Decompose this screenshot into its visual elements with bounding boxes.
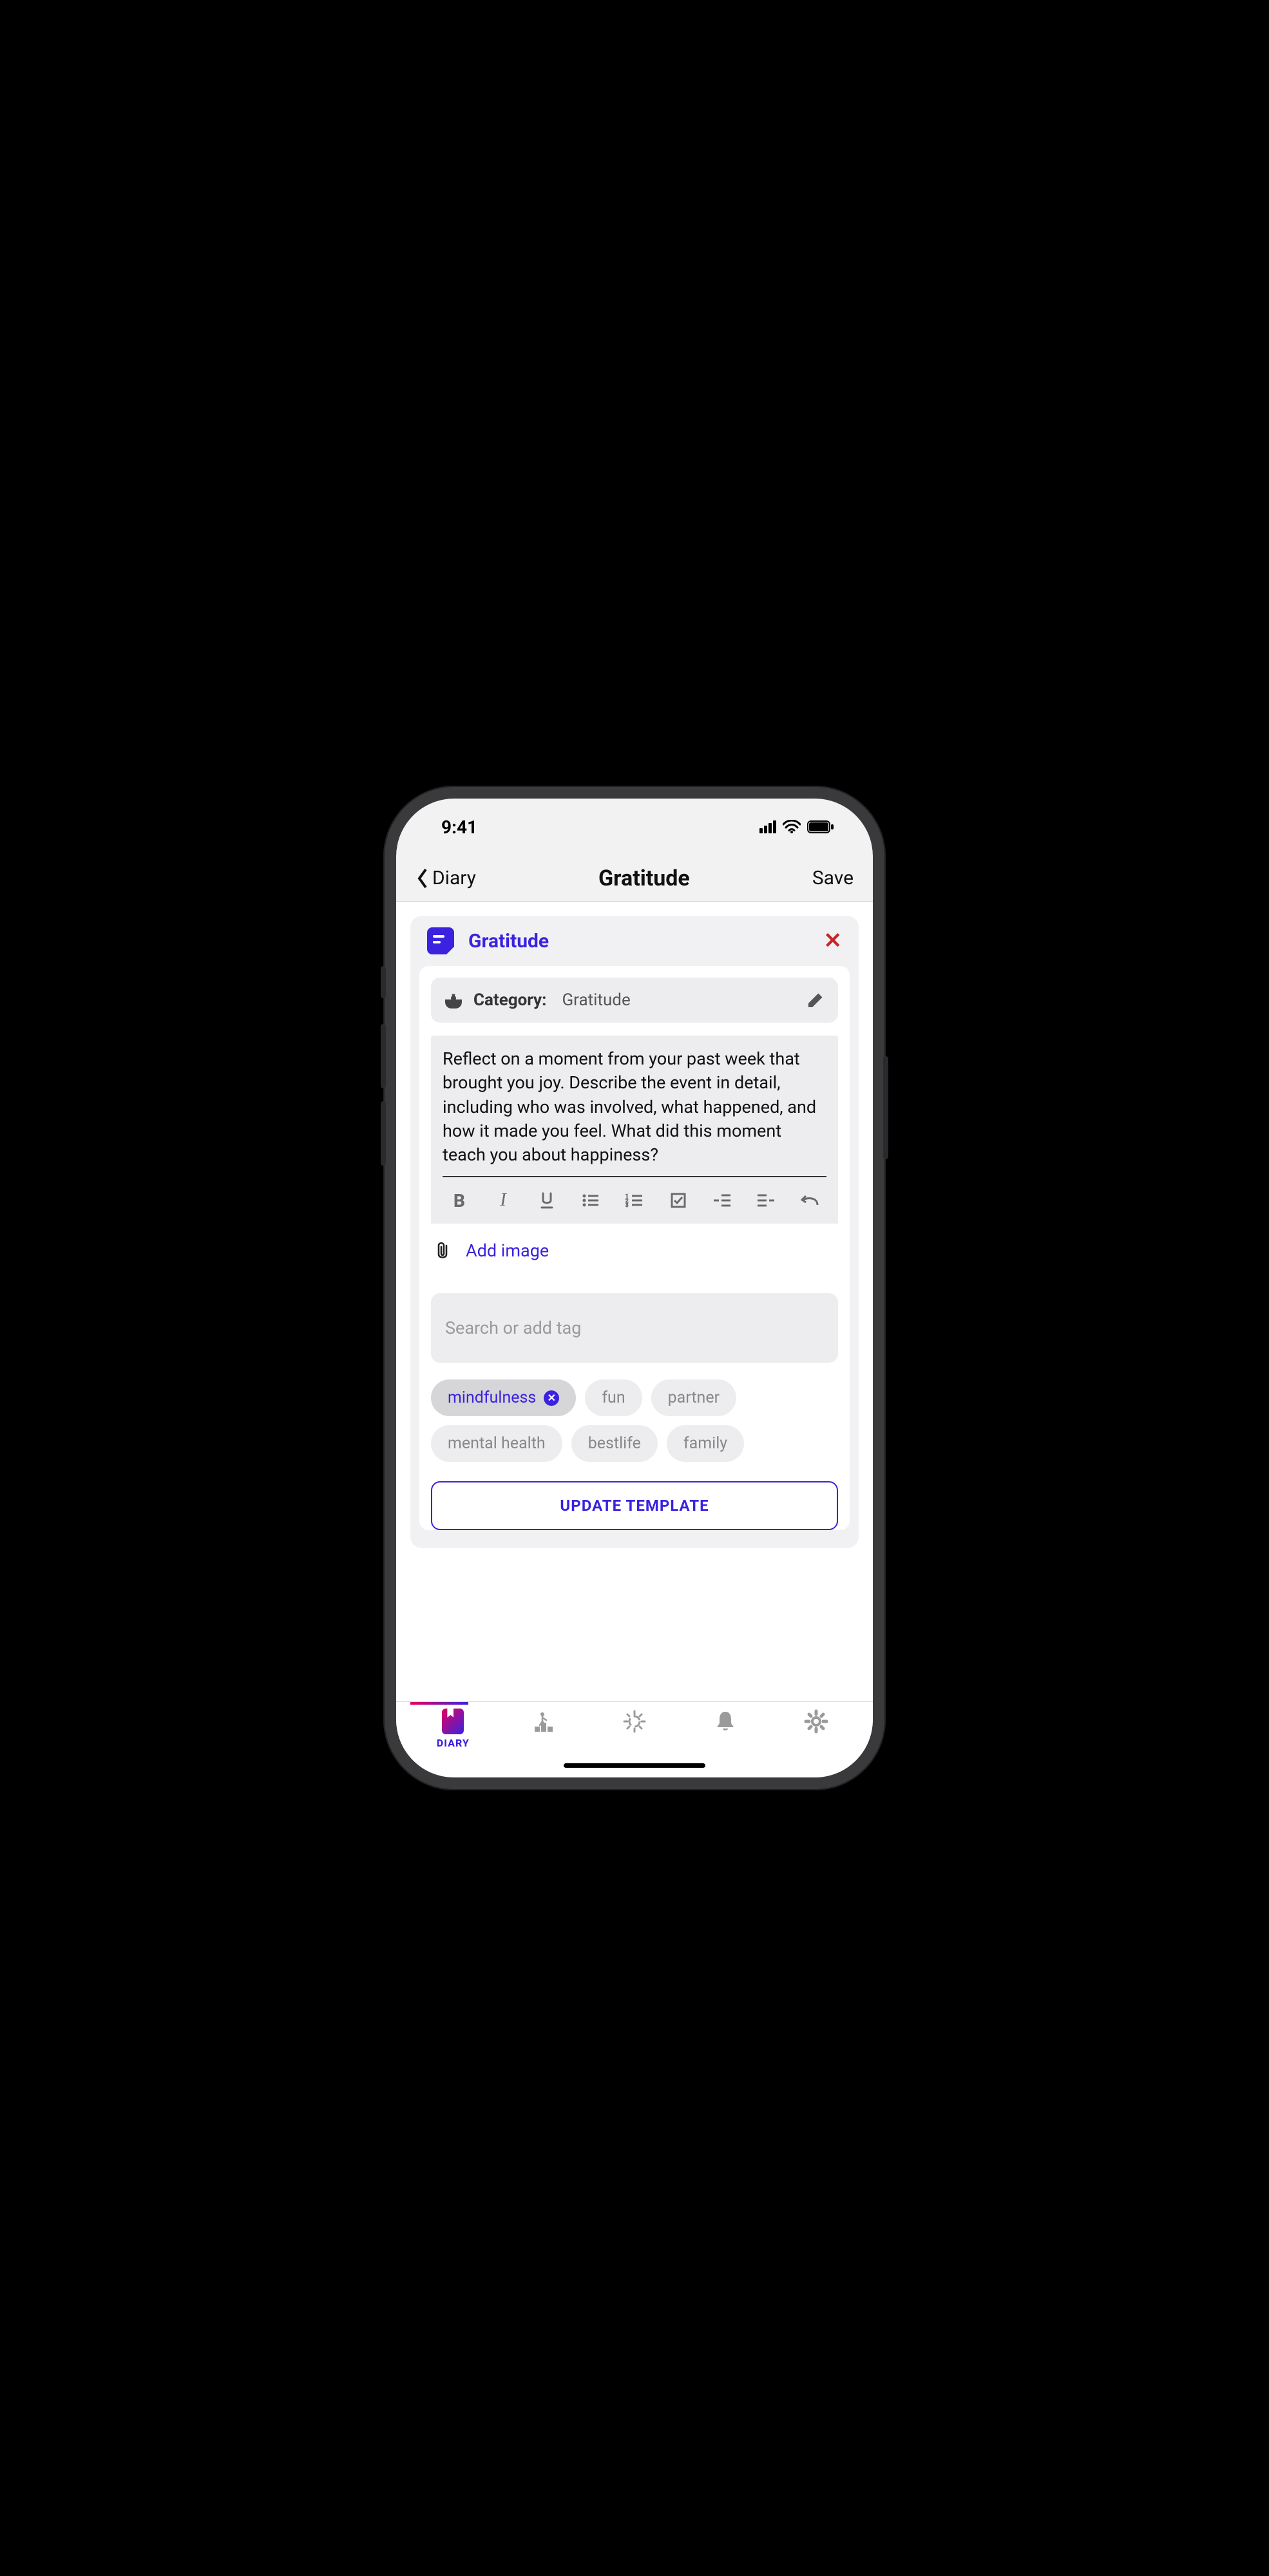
- volume-down-button: [381, 1101, 386, 1166]
- outdent-button[interactable]: [753, 1189, 779, 1212]
- nav-bar: Diary Gratitude Save: [396, 855, 873, 902]
- wifi-icon: [783, 820, 801, 834]
- tab-notifications[interactable]: [693, 1709, 758, 1734]
- tag-label: fun: [602, 1388, 625, 1407]
- page-title: Gratitude: [598, 866, 690, 891]
- screen: 9:41 Diary Gratitude Save Gratit: [396, 799, 873, 1777]
- tag-label: mindfulness: [448, 1388, 536, 1407]
- tab-bar: DIARY: [396, 1701, 873, 1753]
- tab-label: DIARY: [437, 1737, 470, 1749]
- content-area: Gratitude ✕ ♥ Category: Gratitude: [396, 902, 873, 1701]
- tag-label: family: [683, 1434, 727, 1453]
- tab-insights[interactable]: [602, 1709, 667, 1734]
- card-body: ♥ Category: Gratitude Reflect on a momen…: [419, 966, 850, 1530]
- status-time: 9:41: [441, 817, 477, 838]
- close-button[interactable]: ✕: [824, 928, 843, 954]
- italic-button[interactable]: I: [490, 1189, 516, 1212]
- tag-mental-health[interactable]: mental health: [431, 1425, 562, 1462]
- tag-label: mental health: [448, 1434, 546, 1453]
- tag-bestlife[interactable]: bestlife: [571, 1425, 658, 1462]
- note-icon: [427, 927, 454, 954]
- tag-family[interactable]: family: [667, 1425, 744, 1462]
- category-value: Gratitude: [562, 990, 796, 1010]
- bullet-list-button[interactable]: [578, 1189, 604, 1212]
- tag-label: partner: [668, 1388, 720, 1407]
- diary-icon: [442, 1709, 464, 1734]
- checkbox-button[interactable]: [665, 1189, 691, 1212]
- chevron-left-icon: [415, 867, 430, 889]
- card-header: Gratitude ✕: [410, 916, 859, 966]
- tag-fun[interactable]: fun: [585, 1379, 642, 1416]
- svg-text:3: 3: [625, 1202, 629, 1208]
- tab-settings[interactable]: [784, 1709, 848, 1734]
- signal-icon: [759, 820, 776, 833]
- undo-button[interactable]: [797, 1189, 823, 1212]
- back-button[interactable]: Diary: [415, 867, 476, 889]
- underline-button[interactable]: [534, 1189, 560, 1212]
- battery-icon: [807, 820, 834, 833]
- indent-button[interactable]: [709, 1189, 735, 1212]
- home-indicator[interactable]: [396, 1753, 873, 1777]
- tag-partner[interactable]: partner: [651, 1379, 736, 1416]
- update-template-button[interactable]: UPDATE TEMPLATE: [431, 1481, 838, 1530]
- editor-toolbar: B I 123: [443, 1177, 826, 1224]
- volume-up-button: [381, 1024, 386, 1088]
- add-image-label: Add image: [466, 1240, 549, 1261]
- sun-icon: [622, 1709, 647, 1734]
- save-button[interactable]: Save: [812, 867, 854, 889]
- tag-list: mindfulness ✕ fun partner mental health …: [419, 1379, 850, 1481]
- gear-icon: [803, 1709, 829, 1734]
- add-image-row[interactable]: Add image: [419, 1224, 850, 1293]
- attachment-icon: [435, 1240, 450, 1261]
- power-button: [883, 1056, 888, 1159]
- tag-mindfulness[interactable]: mindfulness ✕: [431, 1379, 576, 1416]
- category-label: Category:: [473, 990, 546, 1010]
- edit-icon[interactable]: [807, 992, 824, 1009]
- phone-frame: 9:41 Diary Gratitude Save Gratit: [383, 786, 886, 1790]
- tab-progress[interactable]: [511, 1709, 576, 1734]
- side-button: [381, 966, 386, 998]
- status-bar: 9:41: [396, 799, 873, 855]
- editor: Reflect on a moment from your past week …: [431, 1036, 838, 1224]
- numbered-list-button[interactable]: 123: [622, 1189, 647, 1212]
- card-title: Gratitude: [468, 930, 549, 952]
- tag-label: bestlife: [588, 1434, 641, 1453]
- template-card: Gratitude ✕ ♥ Category: Gratitude: [410, 916, 859, 1548]
- category-row[interactable]: ♥ Category: Gratitude: [431, 978, 838, 1023]
- category-icon: ♥: [445, 992, 462, 1009]
- status-icons: [759, 820, 834, 834]
- tag-remove-icon[interactable]: ✕: [544, 1390, 559, 1406]
- bold-button[interactable]: B: [446, 1189, 472, 1212]
- prompt-textarea[interactable]: Reflect on a moment from your past week …: [443, 1047, 826, 1177]
- tag-search-input[interactable]: Search or add tag: [431, 1293, 838, 1363]
- back-label: Diary: [432, 867, 476, 889]
- stairs-icon: [531, 1709, 557, 1734]
- tab-diary[interactable]: DIARY: [421, 1709, 485, 1749]
- bell-icon: [714, 1709, 737, 1734]
